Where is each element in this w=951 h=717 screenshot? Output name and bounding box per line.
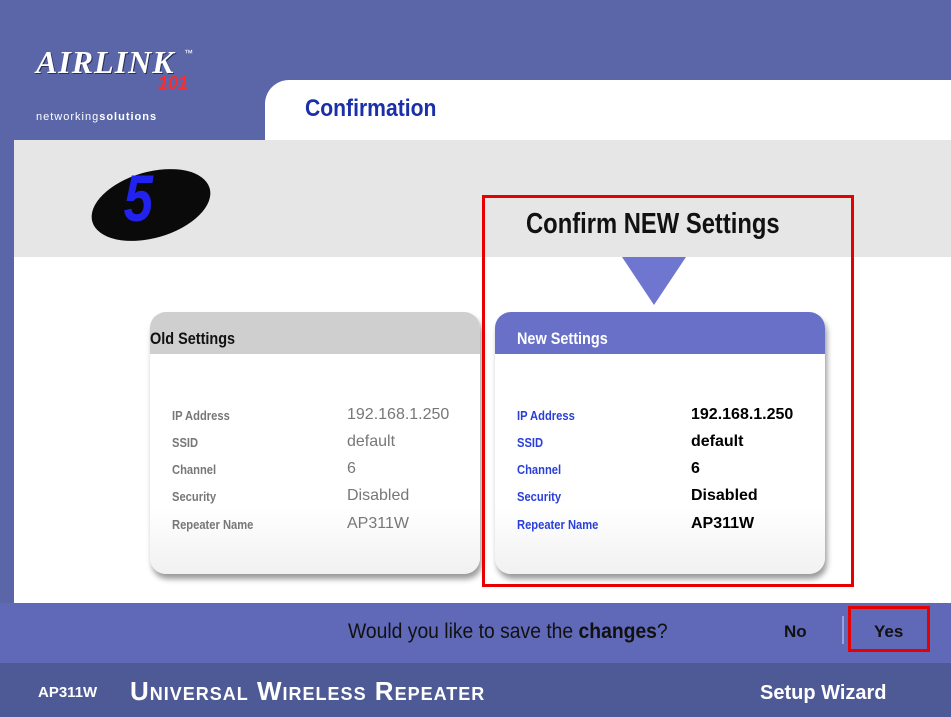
setting-label: Channel xyxy=(172,462,217,477)
setting-label: Security xyxy=(172,489,217,504)
new-settings-highlight xyxy=(482,195,854,587)
question-mark: ? xyxy=(656,620,668,643)
footer-setup-wizard: Setup Wizard xyxy=(760,682,887,704)
logo-number: 101 xyxy=(158,73,189,93)
setting-value: 6 xyxy=(347,460,356,477)
logo-wordmark: AIRLINK xyxy=(36,44,175,80)
setting-row: IP Address 192.168.1.250 xyxy=(172,404,462,428)
setting-label: Repeater Name xyxy=(172,517,254,532)
logo-tagline: networkingsolutions xyxy=(36,111,157,123)
step-number: 5 xyxy=(123,161,154,235)
save-question: Would you like to save the changes? xyxy=(348,620,668,644)
tagline-prefix: networking xyxy=(36,111,100,123)
setting-value: default xyxy=(347,433,396,450)
setting-row: SSID default xyxy=(172,431,462,455)
setting-row: Channel 6 xyxy=(172,458,462,482)
yes-button-highlight xyxy=(848,606,930,652)
brand-logo: AIRLINK ™ 101 networkingsolutions xyxy=(0,0,260,140)
setting-row: Security Disabled xyxy=(172,485,462,509)
old-settings-header: Old Settings xyxy=(150,312,480,354)
footer-model: AP311W xyxy=(38,684,98,701)
footer-product-name: Universal Wireless Repeater xyxy=(130,676,486,706)
setting-value: 192.168.1.250 xyxy=(347,406,450,423)
old-settings-body: IP Address 192.168.1.250 SSID default Ch… xyxy=(150,354,480,574)
page-title: Confirmation xyxy=(305,95,437,122)
setting-label: SSID xyxy=(172,435,199,450)
no-button[interactable]: No xyxy=(784,622,807,642)
setting-label: IP Address xyxy=(172,408,230,423)
button-divider xyxy=(842,616,844,644)
setting-value: Disabled xyxy=(347,487,410,504)
old-settings-card: Old Settings IP Address 192.168.1.250 SS… xyxy=(150,312,480,574)
setting-value: AP311W xyxy=(347,515,409,532)
tagline-suffix: solutions xyxy=(99,111,158,123)
setting-row: Repeater Name AP311W xyxy=(172,513,462,537)
question-emphasis: changes xyxy=(578,620,657,643)
old-settings-title: Old Settings xyxy=(150,329,236,348)
logo-trademark: ™ xyxy=(184,48,193,58)
question-text: Would you like to save the xyxy=(348,620,579,643)
